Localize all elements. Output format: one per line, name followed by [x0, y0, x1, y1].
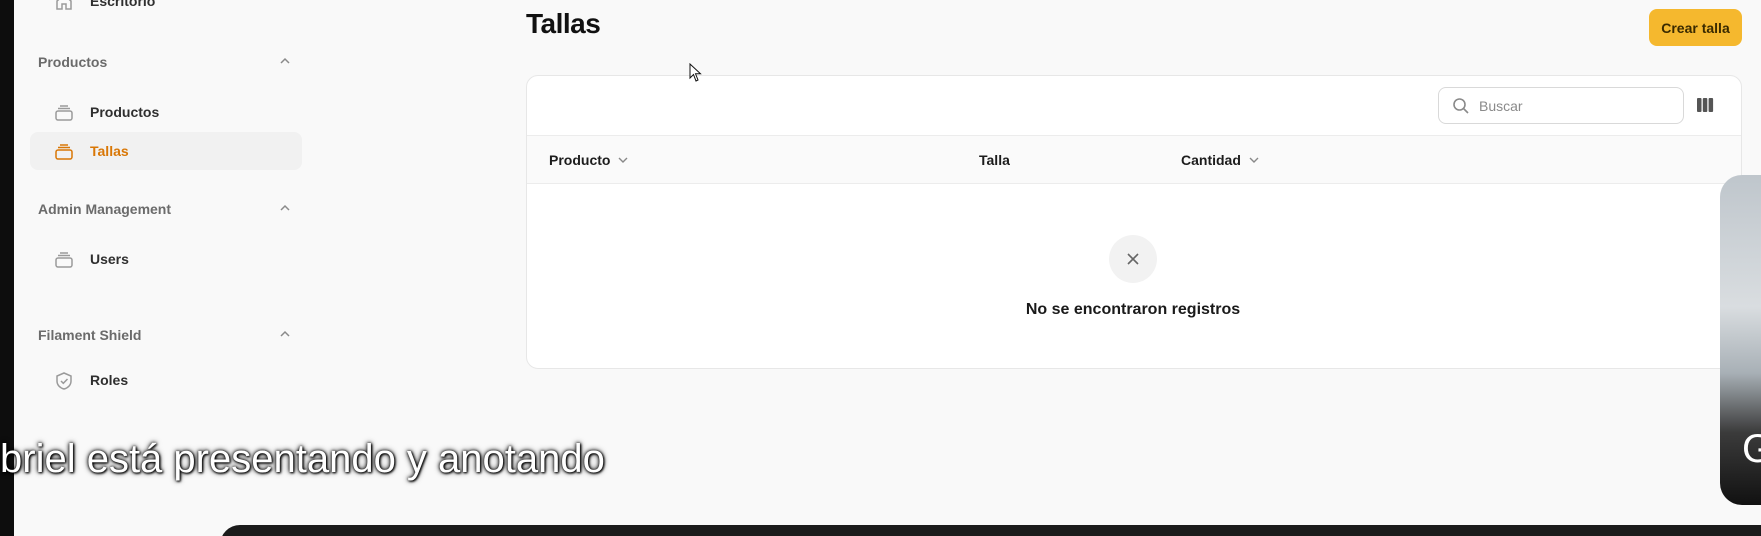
- sidebar-item-productos[interactable]: Productos: [30, 93, 302, 131]
- column-header-producto[interactable]: Producto: [549, 152, 630, 168]
- chevron-up-icon[interactable]: [278, 54, 292, 68]
- sidebar-item-roles[interactable]: Roles: [30, 361, 302, 399]
- sidebar-item-escritorio[interactable]: Escritorio: [30, 0, 302, 20]
- table-toolbar: [527, 76, 1741, 136]
- nav-group-admin-management[interactable]: Admin Management: [38, 201, 171, 217]
- sidebar-item-label: Productos: [90, 104, 160, 120]
- column-label: Cantidad: [1181, 152, 1241, 168]
- search-input[interactable]: [1479, 95, 1669, 117]
- search-icon: [1453, 98, 1469, 114]
- rectangle-stack-icon: [55, 105, 73, 121]
- columns-icon[interactable]: [1696, 96, 1714, 114]
- sidebar-item-label: Tallas: [90, 143, 129, 159]
- column-label: Talla: [979, 152, 1010, 168]
- home-icon: [56, 0, 72, 10]
- nav-group-filament-shield[interactable]: Filament Shield: [38, 327, 141, 343]
- empty-state-icon-wrap: [1109, 235, 1157, 283]
- mouse-cursor-icon: [689, 63, 702, 82]
- chevron-down-icon: [1249, 157, 1259, 163]
- create-talla-button[interactable]: Crear talla: [1649, 9, 1742, 46]
- search-field[interactable]: [1438, 87, 1684, 124]
- chevron-down-icon: [618, 157, 628, 163]
- nav-group-productos[interactable]: Productos: [38, 54, 107, 70]
- meeting-control-bar: [220, 525, 1761, 536]
- shield-check-icon: [56, 372, 72, 390]
- rectangle-stack-icon: [55, 252, 73, 268]
- sidebar-item-tallas[interactable]: Tallas: [30, 132, 302, 170]
- column-label: Producto: [549, 152, 611, 168]
- sidebar-item-users[interactable]: Users: [30, 240, 302, 278]
- sidebar-item-label: Roles: [90, 372, 129, 388]
- video-tile-text: G: [1742, 427, 1761, 471]
- column-header-talla: Talla: [979, 152, 1010, 168]
- rectangle-stack-icon: [55, 144, 73, 160]
- page-title: Tallas: [526, 8, 601, 39]
- empty-state-text: No se encontraron registros: [1025, 301, 1241, 318]
- presentation-caption: briel está presentando y anotando: [0, 437, 605, 481]
- table-header: Producto Talla Cantidad: [527, 136, 1741, 184]
- column-header-cantidad[interactable]: Cantidad: [1181, 152, 1261, 168]
- x-mark-icon: [1127, 253, 1139, 265]
- sidebar-item-label: Escritorio: [90, 0, 156, 9]
- chevron-up-icon[interactable]: [278, 327, 292, 341]
- table-card: Producto Talla Cantidad No se encontraro…: [526, 75, 1742, 369]
- sidebar-item-label: Users: [90, 251, 129, 267]
- participant-video-tile: G: [1720, 175, 1761, 505]
- chevron-up-icon[interactable]: [278, 201, 292, 215]
